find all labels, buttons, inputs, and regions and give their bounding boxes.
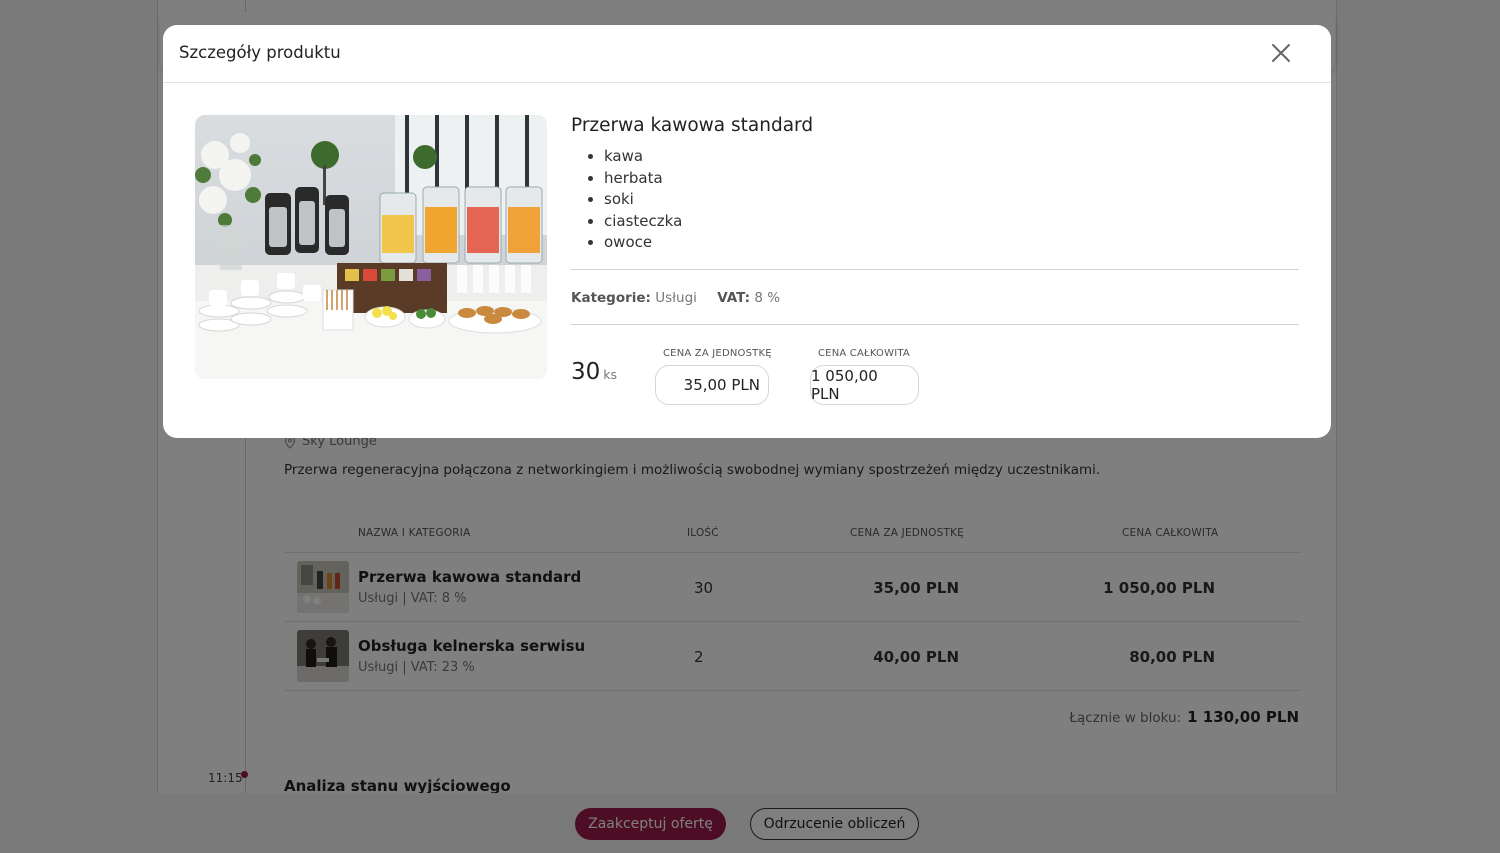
divider: [571, 269, 1299, 270]
list-item: owoce: [604, 232, 682, 254]
product-image: [195, 115, 547, 379]
product-items-list: kawa herbata soki ciasteczka owoce: [604, 146, 682, 254]
modal-title: Szczegóły produktu: [179, 43, 341, 62]
close-button[interactable]: [1267, 39, 1295, 67]
vat-value: 8 %: [754, 290, 781, 306]
quantity-display: 30 ks: [571, 359, 617, 385]
product-meta: Kategorie: Usługi VAT: 8 %: [571, 290, 780, 306]
divider: [571, 324, 1299, 325]
list-item: ciasteczka: [604, 211, 682, 233]
product-name: Przerwa kawowa standard: [571, 115, 814, 136]
category-value: Usługi: [655, 290, 697, 306]
quantity-unit: ks: [603, 367, 618, 382]
product-details-modal: Szczegóły produktu Przerwa kawowa standa…: [163, 25, 1331, 438]
total-price-label: CENA CAŁKOWITA: [818, 348, 910, 359]
list-item: soki: [604, 189, 682, 211]
modal-header: Szczegóły produktu: [163, 25, 1331, 83]
unit-price-label: CENA ZA JEDNOSTKĘ: [663, 348, 772, 359]
vat-label: VAT:: [717, 290, 751, 306]
quantity-value: 30: [571, 359, 601, 385]
close-icon[interactable]: [1267, 39, 1295, 67]
unit-price-field[interactable]: 35,00 PLN: [655, 365, 769, 405]
total-price-field[interactable]: 1 050,00 PLN: [810, 365, 919, 405]
list-item: kawa: [604, 146, 682, 168]
category-label: Kategorie:: [571, 290, 651, 306]
list-item: herbata: [604, 168, 682, 190]
